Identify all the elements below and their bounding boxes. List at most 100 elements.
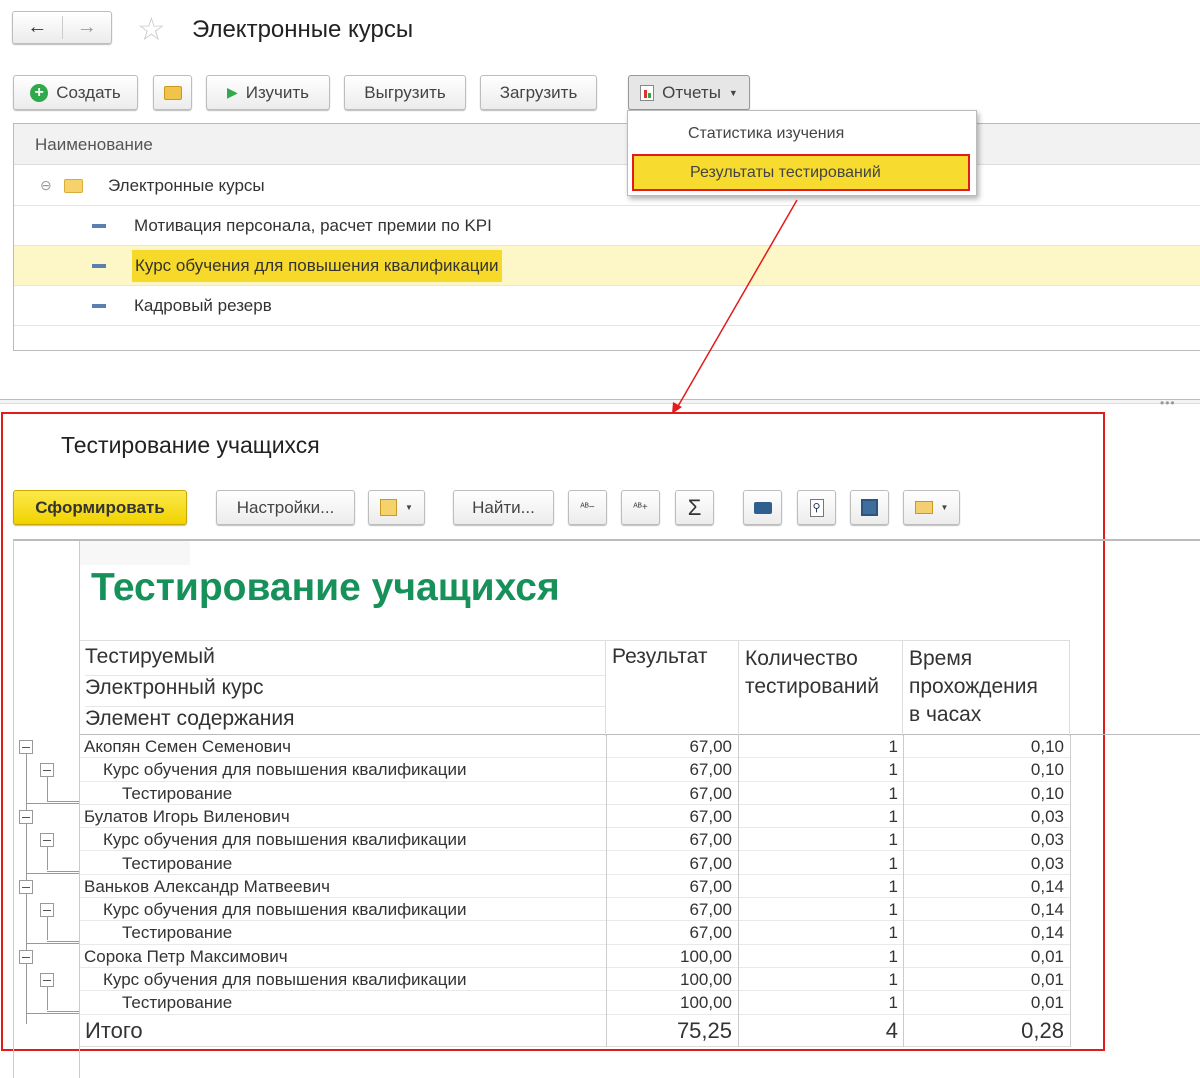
tree-line: [26, 802, 79, 804]
row-result: 67,00: [689, 737, 732, 756]
row-count: 1: [888, 970, 898, 989]
report-row[interactable]: Тестирование 100,00 1 0,01: [80, 991, 1070, 1015]
chevron-down-icon: ▼: [940, 503, 949, 512]
report-row[interactable]: Тестирование 67,00 1 0,10: [80, 782, 1070, 805]
row-time: 0,03: [1030, 853, 1064, 873]
row-name: Ваньков Александр Матвеевич: [84, 876, 331, 896]
report-row[interactable]: Курс обучения для повышения квалификации…: [80, 758, 1070, 782]
row-count: 1: [888, 760, 898, 780]
tree-line: [47, 847, 48, 871]
row-name: Курс обучения для повышения квалификации: [103, 900, 467, 920]
variants-button[interactable]: ▼: [368, 490, 425, 525]
total-result: 75,25: [676, 1018, 732, 1043]
report-row[interactable]: Ваньков Александр Матвеевич 67,00 1 0,14: [80, 875, 1070, 899]
row-result: 67,00: [689, 876, 732, 896]
row-result: 100,00: [680, 993, 732, 1013]
row-result: 67,00: [689, 806, 732, 826]
tree-line: [26, 942, 79, 944]
group-collapse-icon[interactable]: [40, 903, 54, 918]
find-button[interactable]: Найти...: [453, 490, 554, 525]
sigma-icon: Σ: [687, 494, 702, 520]
group-collapse-icon[interactable]: [40, 833, 54, 848]
col-divider: [606, 735, 607, 1047]
row-result: 67,00: [689, 783, 732, 803]
col-divider: [1070, 735, 1071, 1047]
preview-button[interactable]: ⚲: [797, 490, 836, 525]
envelope-icon: [914, 501, 933, 514]
report-row[interactable]: Булатов Игорь Виленович 67,00 1 0,03: [80, 805, 1070, 829]
report-row[interactable]: Тестирование 67,00 1 0,14: [80, 921, 1070, 945]
row-time: 0,14: [1030, 876, 1064, 896]
save-button[interactable]: [850, 490, 889, 525]
folder-report-icon: [380, 499, 398, 516]
row-name: Курс обучения для повышения квалификации: [103, 830, 467, 850]
total-time: 0,28: [1021, 1018, 1064, 1043]
row-name: Тестирование: [122, 993, 233, 1013]
row-result: 67,00: [689, 853, 732, 873]
row-count: 1: [888, 876, 898, 896]
report-row[interactable]: Тестирование 67,00 1 0,03: [80, 852, 1070, 875]
group-collapse-icon[interactable]: [40, 973, 54, 987]
settings-label: Настройки...: [236, 497, 335, 517]
header-time-2: прохождения: [909, 675, 1038, 698]
print-button[interactable]: [743, 490, 782, 525]
row-name: Курс обучения для повышения квалификации: [103, 760, 467, 780]
row-count: 1: [888, 806, 898, 826]
row-name: Курс обучения для повышения квалификации: [103, 970, 467, 989]
report-row[interactable]: Курс обучения для повышения квалификации…: [80, 968, 1070, 992]
find-label: Найти...: [472, 497, 535, 517]
tree-line: [26, 893, 27, 955]
row-result: 100,00: [680, 946, 732, 966]
row-result: 67,00: [689, 900, 732, 920]
row-count: 1: [888, 783, 898, 803]
header-time: Время: [909, 647, 973, 670]
header-tested: Тестируемый: [85, 645, 605, 676]
generate-label: Сформировать: [35, 497, 165, 517]
header-result: Результат: [612, 645, 708, 668]
total-label: Итого: [85, 1018, 143, 1043]
group-collapse-icon[interactable]: [19, 949, 33, 964]
tree-line: [47, 940, 79, 942]
header-course: Электронный курс: [85, 676, 605, 707]
row-count: 1: [888, 993, 898, 1013]
tree-line: [26, 823, 27, 885]
send-button[interactable]: ▼: [903, 490, 960, 525]
tree-line: [26, 872, 79, 874]
row-result: 100,00: [680, 970, 732, 989]
row-result: 67,00: [689, 923, 732, 943]
sum-button[interactable]: Σ: [675, 490, 714, 525]
generate-button[interactable]: Сформировать: [13, 490, 187, 525]
row-time: 0,01: [1030, 946, 1064, 966]
expand-groups-button[interactable]: ᴬᴮ+: [621, 490, 660, 525]
row-count: 1: [888, 946, 898, 966]
row-name: Тестирование: [122, 923, 233, 943]
col-divider: [903, 735, 904, 1047]
report-window-title: Тестирование учащихся: [61, 432, 320, 458]
row-result: 67,00: [689, 760, 732, 780]
row-name: Булатов Игорь Виленович: [84, 806, 290, 826]
group-collapse-icon[interactable]: [19, 809, 33, 824]
group-collapse-icon[interactable]: [19, 879, 33, 894]
group-collapse-icon[interactable]: [40, 763, 54, 778]
total-count: 4: [885, 1018, 898, 1043]
report-row[interactable]: Курс обучения для повышения квалификации…: [80, 898, 1070, 922]
tree-line: [47, 917, 48, 941]
settings-button[interactable]: Настройки...: [216, 490, 355, 525]
row-name: Сорока Петр Максимович: [84, 946, 288, 966]
header-content-element: Элемент содержания: [85, 707, 295, 730]
row-name: Тестирование: [122, 853, 233, 873]
collapse-groups-button[interactable]: ᴬᴮ−: [568, 490, 607, 525]
report-cell-corner: [80, 541, 190, 565]
row-result: 67,00: [689, 830, 732, 850]
report-header: Тестируемый Электронный курс Элемент сод…: [80, 640, 1070, 736]
row-count: 1: [888, 737, 898, 756]
row-time: 0,14: [1030, 923, 1064, 943]
collapse-groups-icon: ᴬᴮ−: [580, 502, 595, 513]
row-count: 1: [888, 923, 898, 943]
header-line-ext: [1070, 734, 1200, 735]
report-row[interactable]: Сорока Петр Максимович 100,00 1 0,01: [80, 945, 1070, 968]
report-row[interactable]: Курс обучения для повышения квалификации…: [80, 828, 1070, 852]
group-collapse-icon[interactable]: [19, 740, 33, 754]
report-title: Тестирование учащихся: [91, 566, 560, 609]
report-row[interactable]: Акопян Семен Семенович 67,00 1 0,10: [80, 735, 1070, 759]
